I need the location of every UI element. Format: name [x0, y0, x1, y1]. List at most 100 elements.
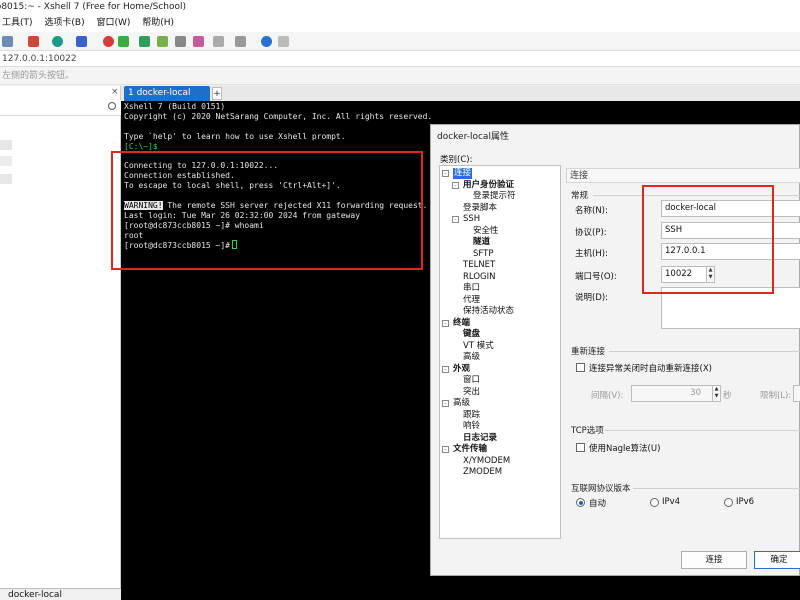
tree-expander-icon[interactable]: - — [442, 170, 449, 177]
hint-bar: 左侧的箭头按钮。 — [0, 67, 800, 85]
connect-button[interactable]: 连接 — [681, 551, 747, 569]
tree-item[interactable]: TELNET — [463, 260, 495, 271]
new-tab-button[interactable]: + — [212, 87, 222, 100]
transfer-icon[interactable] — [118, 36, 129, 47]
tree-item[interactable]: 登录脚本 — [463, 203, 497, 214]
limit-label: 限制(L): — [760, 391, 792, 401]
session-placeholder-1 — [0, 140, 12, 150]
script-icon[interactable] — [193, 36, 204, 47]
reconnect-icon[interactable] — [2, 36, 13, 47]
category-tree[interactable]: - 连接 - 用户身份验证 登录提示符 登录脚本 - SSH 安全性 隧道 SFTP TELNET RL… — [439, 165, 561, 539]
tree-item[interactable]: 响铃 — [463, 421, 480, 432]
info-icon[interactable] — [278, 36, 289, 47]
session-properties-dialog: docker-local属性 类别(C): - 连接 - 用户身份验证 登录提示符 登录脚… — [430, 124, 800, 576]
tree-item[interactable]: 串口 — [463, 283, 480, 294]
tree-expander-icon[interactable]: - — [452, 216, 459, 223]
tree-item[interactable]: SFTP — [473, 249, 493, 260]
options-icon[interactable] — [235, 36, 246, 47]
fullscreen-icon[interactable] — [139, 36, 150, 47]
session-placeholder-2 — [0, 156, 12, 166]
terminal-line: Xshell 7 (Build 0151) — [124, 102, 226, 111]
annotation-box-terminal — [111, 151, 423, 270]
limit-field[interactable] — [793, 385, 800, 402]
tree-item[interactable]: 日志记录 — [463, 433, 497, 444]
help-icon[interactable] — [261, 36, 272, 47]
menu-help[interactable]: 帮助(H) — [142, 18, 174, 28]
ip-version-group-label: 互联网协议版本 — [571, 484, 631, 494]
close-icon[interactable]: × — [111, 87, 119, 97]
menu-tools[interactable]: 工具(T) — [2, 18, 33, 28]
tree-expander-icon[interactable]: - — [442, 365, 449, 373]
reconnect-checkbox-label: 连接异常关闭时自动重新连接(X) — [589, 364, 712, 374]
tree-item[interactable]: X/YMODEM — [463, 456, 510, 467]
search-icon[interactable] — [108, 102, 116, 110]
lock-icon[interactable] — [157, 36, 168, 47]
divider — [605, 430, 800, 431]
description-label: 说明(D): — [575, 293, 609, 303]
tcp-group-label: TCP选项 — [571, 426, 604, 436]
terminal-line: Copyright (c) 2020 NetSarang Computer, I… — [124, 111, 433, 121]
tree-item[interactable]: 跟踪 — [463, 410, 480, 421]
menu-bar: 工具(T) 选项卡(B) 窗口(W) 帮助(H) — [0, 15, 800, 32]
ipv6-radio[interactable] — [724, 498, 733, 507]
address-text: 127.0.0.1:10022 — [2, 54, 77, 64]
keyboard-icon[interactable] — [175, 36, 186, 47]
ipv4-radio[interactable] — [650, 498, 659, 507]
divider — [633, 488, 800, 489]
dialog-title: docker-local属性 — [437, 132, 509, 142]
tree-item[interactable]: 高级 — [453, 398, 470, 409]
tree-item[interactable]: RLOGIN — [463, 272, 495, 283]
properties-icon[interactable] — [28, 36, 39, 47]
tree-item[interactable]: 安全性 — [473, 226, 499, 237]
tree-expander-icon[interactable]: - — [442, 446, 449, 453]
layout-icon[interactable] — [213, 36, 224, 47]
tree-expander-icon[interactable]: - — [442, 400, 449, 407]
tree-item[interactable]: 高级 — [463, 352, 480, 363]
menu-tabs[interactable]: 选项卡(B) — [44, 18, 84, 28]
tree-item[interactable]: 突出 — [463, 387, 480, 398]
ok-button[interactable]: 确定 — [754, 551, 800, 569]
tree-item[interactable]: 键盘 — [463, 329, 480, 340]
xftp-icon[interactable] — [103, 36, 114, 47]
tree-item[interactable]: SSH — [463, 214, 480, 225]
interval-stepper[interactable]: ▲ ▼ — [712, 385, 721, 402]
section-header: 连接 — [566, 168, 800, 183]
reconnect-checkbox[interactable] — [576, 363, 585, 372]
tab-docker-local[interactable]: 1 docker-local — [124, 86, 210, 101]
divider — [609, 351, 800, 352]
address-bar[interactable]: 127.0.0.1:10022 — [0, 51, 800, 67]
tree-item[interactable]: 外观 — [453, 364, 470, 375]
tree-item[interactable]: 用户身份验证 — [463, 180, 514, 191]
tree-item[interactable]: 窗口 — [463, 375, 480, 386]
ip-auto-label: 自动 — [589, 499, 607, 509]
color-icon[interactable] — [76, 36, 87, 47]
menu-window[interactable]: 窗口(W) — [96, 18, 130, 28]
protocol-label: 协议(P): — [575, 228, 607, 238]
tree-item[interactable]: 文件传输 — [453, 444, 487, 455]
session-bottom-tab[interactable]: docker-local — [0, 588, 121, 600]
tree-expander-icon[interactable]: - — [442, 319, 449, 327]
ipv6-label: IPv6 — [736, 497, 755, 507]
window-title: 3ccb8015:~ - Xshell 7 (Free for Home/Sch… — [0, 2, 187, 12]
tree-item[interactable]: 保持活动状态 — [463, 306, 514, 317]
session-search-bar[interactable] — [0, 100, 121, 116]
tree-item[interactable]: 连接 — [453, 168, 473, 179]
tab-bar — [121, 86, 800, 101]
tree-expander-icon[interactable]: - — [452, 181, 459, 189]
ip-auto-radio[interactable] — [576, 498, 585, 507]
tree-item[interactable]: 代理 — [463, 295, 480, 306]
tree-item[interactable]: ZMODEM — [463, 467, 502, 478]
name-label: 名称(N): — [575, 206, 608, 216]
ipv4-label: IPv4 — [662, 497, 681, 507]
session-manager-panel — [0, 86, 121, 600]
globe-icon[interactable] — [52, 36, 63, 47]
host-label: 主机(H): — [575, 249, 608, 259]
nagle-checkbox[interactable] — [576, 443, 585, 452]
tree-item[interactable]: VT 模式 — [463, 341, 494, 352]
tree-item[interactable]: 终端 — [453, 318, 470, 329]
tree-item[interactable]: 登录提示符 — [473, 191, 516, 202]
interval-field[interactable]: 30 — [631, 385, 714, 402]
tree-item[interactable]: 隧道 — [473, 237, 490, 248]
toolbar — [0, 32, 800, 51]
port-label: 端口号(O): — [575, 272, 617, 282]
